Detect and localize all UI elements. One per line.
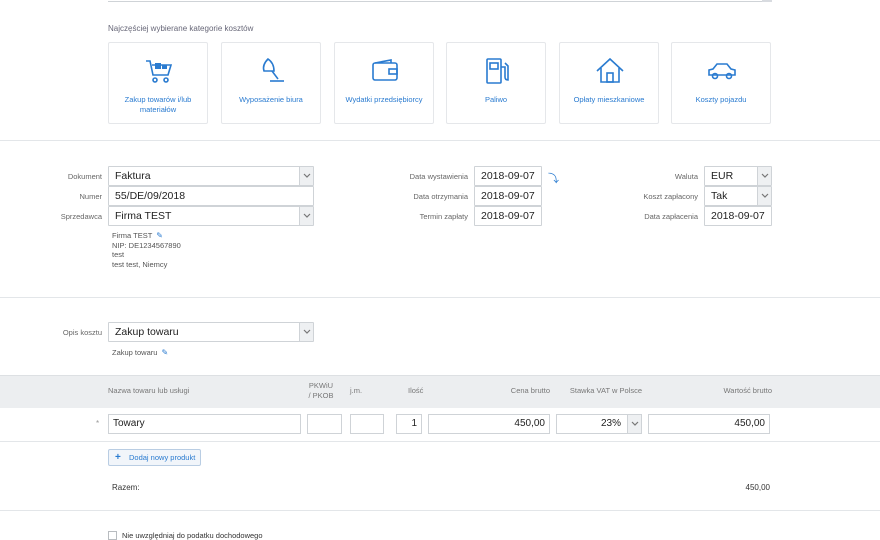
exclude-income-tax-label: Nie uwzględniaj do podatku dochodowego: [122, 531, 263, 540]
chevron-down-icon[interactable]: [757, 167, 771, 185]
chevron-down-icon[interactable]: [299, 167, 313, 185]
category-label: Koszty pojazdu: [695, 95, 747, 104]
sum-label: Razem:: [112, 483, 140, 492]
section-divider: [0, 297, 880, 298]
category-housing-fees[interactable]: Opłaty mieszkaniowe: [559, 42, 659, 124]
due-date-label: Termin zapłaty: [419, 212, 468, 221]
chevron-down-icon[interactable]: [627, 415, 641, 433]
number-input[interactable]: 55/DE/09/2018: [108, 186, 314, 206]
document-value: Faktura: [115, 170, 151, 182]
category-label: Opłaty mieszkaniowe: [573, 95, 645, 104]
category-label: Zakup towarów i/lub materiałów: [124, 95, 192, 114]
seller-detail-line: test: [112, 250, 125, 259]
currency-value: EUR: [711, 170, 734, 182]
row-total-input[interactable]: 450,00: [648, 414, 770, 434]
chevron-down-icon[interactable]: [299, 323, 313, 341]
pencil-icon[interactable]: ✎: [161, 348, 168, 358]
row-vat-value: 23%: [600, 418, 621, 429]
add-product-label: Dodaj nowy produkt: [129, 453, 196, 462]
th-qty: Ilość: [408, 386, 424, 395]
row-vat-select[interactable]: 23%: [556, 414, 642, 434]
desk-lamp-icon: [262, 57, 284, 82]
document-label: Dokument: [67, 172, 102, 181]
copy-date-arrow-icon[interactable]: ⤵: [548, 170, 559, 186]
chevron-down-icon[interactable]: [757, 187, 771, 205]
paid-label: Koszt zapłacony: [643, 192, 698, 201]
top-field-edge: [108, 0, 772, 2]
category-goods-materials[interactable]: Zakup towarów i/lub materiałów: [108, 42, 208, 124]
car-icon: [708, 63, 736, 80]
chevron-down-icon[interactable]: [299, 207, 313, 225]
wallet-icon: [372, 59, 398, 81]
th-price: Cena brutto: [510, 386, 550, 395]
section-divider: [0, 140, 880, 141]
seller-detail-nip: NIP: DE1234567890: [112, 240, 181, 250]
category-entrepreneur-expenses[interactable]: Wydatki przedsiębiorcy: [334, 42, 434, 124]
row-divider: [0, 441, 880, 442]
category-office-equipment[interactable]: Wyposażenie biura: [221, 42, 321, 124]
sum-value: 450,00: [745, 483, 770, 492]
seller-details: Firma TEST ✎ NIP: DE1234567890 test test …: [112, 231, 292, 269]
house-icon: [596, 57, 624, 83]
pencil-icon[interactable]: ✎: [156, 231, 163, 241]
cost-description-select[interactable]: Zakup towaru: [108, 322, 314, 342]
th-name: Nazwa towaru lub usługi: [108, 386, 190, 395]
th-unit: j.m.: [350, 386, 363, 395]
seller-detail-address: test test, Niemcy: [112, 259, 168, 269]
category-vehicle-costs[interactable]: Koszty pojazdu: [671, 42, 771, 124]
row-name-input[interactable]: Towary: [108, 414, 301, 434]
currency-label: Waluta: [674, 172, 698, 181]
seller-label: Sprzedawca: [60, 212, 102, 221]
issue-date-label: Data wystawienia: [409, 172, 468, 181]
seller-detail-name: Firma TEST: [112, 231, 153, 240]
cost-description-label: Opis kosztu: [62, 328, 102, 337]
shopping-cart-icon: [146, 60, 173, 83]
row-unit-input[interactable]: [350, 414, 384, 434]
cost-description-sub: Zakup towaru ✎: [112, 348, 168, 358]
received-date-input[interactable]: 2018-09-07: [474, 186, 542, 206]
row-pkwiu-input[interactable]: [307, 414, 342, 434]
category-label: Wyposażenie biura: [239, 95, 303, 104]
cost-description-sub-text: Zakup towaru: [112, 348, 158, 357]
issue-date-input[interactable]: 2018-09-07: [474, 166, 542, 186]
th-pkwiu: PKWiU / PKOB: [308, 381, 334, 400]
categories-title: Najczęściej wybierane kategorie kosztów: [108, 24, 254, 33]
currency-select[interactable]: EUR: [704, 166, 772, 186]
add-product-button[interactable]: + Dodaj nowy produkt: [108, 449, 201, 466]
paid-select[interactable]: Tak: [704, 186, 772, 206]
paid-date-label: Data zapłacenia: [644, 212, 698, 221]
th-vat: Stawka VAT w Polsce: [569, 386, 642, 395]
plus-icon: +: [115, 452, 121, 463]
paid-value: Tak: [711, 190, 728, 202]
document-select[interactable]: Faktura: [108, 166, 314, 186]
category-label: Wydatki przedsiębiorcy: [345, 95, 423, 104]
row-required-marker: *: [96, 419, 100, 428]
category-fuel[interactable]: Paliwo: [446, 42, 546, 124]
exclude-income-tax-checkbox[interactable]: [108, 531, 117, 540]
due-date-input[interactable]: 2018-09-07: [474, 206, 542, 226]
seller-select[interactable]: Firma TEST: [108, 206, 314, 226]
th-total: Wartość brutto: [723, 386, 773, 395]
category-label: Paliwo: [484, 95, 508, 104]
row-qty-input[interactable]: 1: [396, 414, 422, 434]
section-divider: [0, 510, 880, 511]
seller-value: Firma TEST: [115, 210, 172, 222]
cost-description-value: Zakup towaru: [115, 326, 179, 338]
received-date-label: Data otrzymania: [413, 192, 468, 201]
paid-date-input[interactable]: 2018-09-07: [704, 206, 772, 226]
top-field-button[interactable]: [762, 0, 772, 2]
number-label: Numer: [79, 192, 102, 201]
row-price-input[interactable]: 450,00: [428, 414, 550, 434]
fuel-pump-icon: [486, 58, 509, 84]
